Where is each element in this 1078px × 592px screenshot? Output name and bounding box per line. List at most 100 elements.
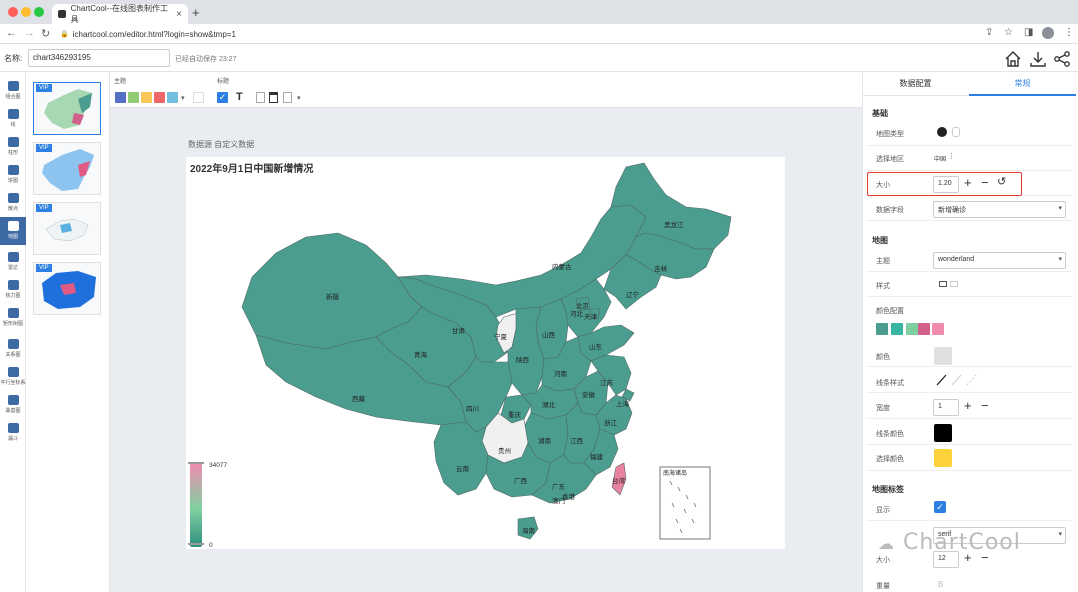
back-icon[interactable]: ← xyxy=(6,27,17,39)
line-color-picker[interactable] xyxy=(934,424,952,442)
bookmark-star-icon[interactable]: ☆ xyxy=(1004,27,1013,38)
nav-radar[interactable]: 雷达 xyxy=(0,248,26,276)
radar-chart-icon xyxy=(7,252,19,262)
map-type-label: 地图类型 xyxy=(876,131,904,138)
sidepanel-icon[interactable]: ◨ xyxy=(1024,27,1033,38)
nav-scatter[interactable]: 散点 xyxy=(0,189,26,217)
nav-combo[interactable]: 组合图 xyxy=(0,77,26,105)
label-jilin: 吉林 xyxy=(654,264,668,273)
template-thumb[interactable]: VIP xyxy=(33,262,101,315)
highlight-box xyxy=(867,172,1022,196)
theme-dropdown-icon[interactable]: ▾ xyxy=(181,94,185,102)
nav-funnel[interactable]: 漏斗 xyxy=(0,419,26,447)
label-henan: 河南 xyxy=(554,369,568,378)
profile-avatar[interactable] xyxy=(1042,27,1054,39)
theme-swatch-empty[interactable] xyxy=(193,92,204,103)
palette-swatch[interactable] xyxy=(876,323,888,335)
watermark-text: ChartCool xyxy=(903,530,1021,555)
width-minus-icon[interactable]: − xyxy=(981,398,989,413)
map-theme-select[interactable]: wonderland xyxy=(933,252,1066,269)
theme-swatch[interactable] xyxy=(115,92,126,103)
tab-close-icon[interactable]: × xyxy=(176,9,182,20)
province-yunnan[interactable] xyxy=(433,421,489,496)
autosave-status: 已经自动保存 23:27 xyxy=(175,56,237,63)
style-alt-icon[interactable] xyxy=(950,281,958,287)
settings-row xyxy=(866,496,1072,521)
share-page-icon[interactable]: ⇪ xyxy=(985,27,993,38)
select-color-picker[interactable] xyxy=(934,449,952,467)
style-map-icon[interactable] xyxy=(939,281,947,287)
browser-tab[interactable]: ChartCool--在线图表制作工具 × xyxy=(52,4,188,24)
palette-label: 颜色配置 xyxy=(876,308,904,315)
width-input[interactable]: 1 xyxy=(933,399,959,416)
region-select[interactable]: 中国 xyxy=(934,154,946,163)
template-thumb[interactable]: VIP xyxy=(33,202,101,255)
toolbar-dropdown-icon[interactable]: ▾ xyxy=(297,94,301,102)
nav-heatmap[interactable]: 热力图 xyxy=(0,276,26,304)
label-qinghai: 青海 xyxy=(414,350,428,359)
pin-icon[interactable] xyxy=(952,127,960,137)
palette-swatch[interactable] xyxy=(906,323,918,335)
template-thumb[interactable]: VIP xyxy=(33,142,101,195)
label-hunan: 湖南 xyxy=(538,436,552,445)
palette-swatch[interactable] xyxy=(918,323,930,335)
fill-color-picker[interactable] xyxy=(934,347,952,365)
home-icon[interactable] xyxy=(1003,49,1023,69)
title-checkbox[interactable]: ✓ xyxy=(217,92,228,103)
url-field[interactable]: 🔒 ichartcool.com/editor.html?login=show&… xyxy=(60,27,990,41)
nav-graph[interactable]: 关系图 xyxy=(0,335,26,363)
nav-map[interactable]: 地图 xyxy=(0,217,26,245)
data-field-select[interactable]: 新增确诊 xyxy=(933,201,1066,218)
text-box-icon[interactable] xyxy=(256,92,265,103)
tab-data-config[interactable]: 数据配置 xyxy=(862,72,969,96)
reload-icon[interactable]: ↻ xyxy=(41,27,50,40)
theme-swatch[interactable] xyxy=(128,92,139,103)
width-plus-icon[interactable]: + xyxy=(964,398,972,413)
browser-menu-icon[interactable]: ⋮ xyxy=(1064,27,1074,38)
nav-sankey[interactable]: 桑基图 xyxy=(0,391,26,419)
visual-map-legend[interactable]: 34077 0 xyxy=(188,462,227,549)
window-close-dot[interactable] xyxy=(8,7,18,17)
window-maximize-dot[interactable] xyxy=(34,7,44,17)
label-beijing: 北京 xyxy=(576,301,590,310)
nav-treemap[interactable]: 矩形树图 xyxy=(0,304,26,332)
layout-icon[interactable] xyxy=(269,92,278,103)
forward-icon[interactable]: → xyxy=(24,27,35,39)
nav-parallel[interactable]: 平行坐标系 xyxy=(0,363,26,391)
palette-swatch[interactable] xyxy=(932,323,944,335)
bold-icon[interactable]: B xyxy=(938,580,943,589)
template-thumb[interactable]: VIP xyxy=(33,82,101,135)
download-icon[interactable] xyxy=(1028,49,1048,69)
region-label: 选择地区 xyxy=(876,156,904,163)
text-style-icon[interactable]: T xyxy=(236,91,243,103)
theme-swatch[interactable] xyxy=(154,92,165,103)
label-shanxi: 山西 xyxy=(542,330,556,339)
theme-swatch[interactable] xyxy=(167,92,178,103)
map-section-title: 地图 xyxy=(872,236,888,245)
label-yunnan: 云南 xyxy=(456,464,470,473)
share-icon[interactable] xyxy=(1052,49,1072,69)
new-tab-icon[interactable]: + xyxy=(192,5,200,20)
watermark: ☁ ChartCool xyxy=(878,530,1021,555)
palette-swatch[interactable] xyxy=(891,323,903,335)
graph-icon xyxy=(7,339,19,349)
label-macau: 澳门 xyxy=(552,496,565,505)
show-label: 显示 xyxy=(876,507,890,514)
region-dropdown-icon[interactable]: ⋮ xyxy=(948,152,955,160)
show-labels-checkbox[interactable]: ✓ xyxy=(934,501,946,513)
nav-pie[interactable]: 饼图 xyxy=(0,161,26,189)
theme-swatch[interactable] xyxy=(141,92,152,103)
chart-name-input[interactable]: chart346293195 xyxy=(28,49,170,67)
line-style-options[interactable] xyxy=(936,374,978,386)
map-chart-icon xyxy=(7,221,19,231)
label-shandong: 山东 xyxy=(589,342,603,351)
border-icon[interactable] xyxy=(283,92,292,103)
window-minimize-dot[interactable] xyxy=(21,7,31,17)
pie-chart-icon xyxy=(7,165,19,175)
nav-line[interactable]: 线 xyxy=(0,105,26,133)
tab-general[interactable]: 常规 xyxy=(969,72,1076,96)
nav-bar[interactable]: 柱形 xyxy=(0,133,26,161)
label-shaanxi: 陕西 xyxy=(516,355,530,364)
globe-icon[interactable] xyxy=(937,127,947,137)
inset-label: 南海诸岛 xyxy=(663,469,687,477)
